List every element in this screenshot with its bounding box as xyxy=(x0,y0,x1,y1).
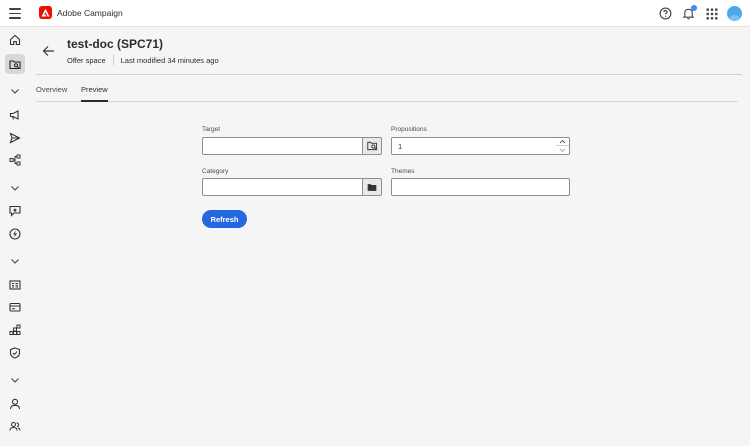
themes-input[interactable] xyxy=(391,178,570,196)
app-name: Adobe Campaign xyxy=(57,8,123,18)
tabs-divider xyxy=(36,101,738,102)
tab-preview[interactable]: Preview xyxy=(81,85,108,94)
propositions-label: Propositions xyxy=(391,126,427,133)
header-divider xyxy=(36,74,742,75)
home-icon[interactable] xyxy=(5,30,25,50)
page-title: test-doc (SPC71) xyxy=(67,37,164,51)
user-avatar[interactable] xyxy=(727,6,742,21)
fragments-icon[interactable] xyxy=(5,320,25,340)
propositions-stepper xyxy=(556,137,570,155)
campaign-icon[interactable] xyxy=(5,105,25,125)
lightning-icon[interactable] xyxy=(5,224,25,244)
workflow-icon[interactable] xyxy=(5,150,25,170)
active-tab-indicator xyxy=(81,100,108,102)
themes-label: Themes xyxy=(391,168,415,175)
chevron-down-icon[interactable] xyxy=(5,370,25,390)
shield-icon[interactable] xyxy=(5,343,25,363)
apps-grid-icon[interactable] xyxy=(706,7,718,25)
offer-icon[interactable] xyxy=(5,201,25,221)
send-icon[interactable] xyxy=(5,128,25,148)
refresh-button[interactable]: Refresh xyxy=(202,210,247,228)
help-icon[interactable] xyxy=(659,7,672,25)
content-icon[interactable] xyxy=(5,297,25,317)
category-picker-button[interactable] xyxy=(362,178,382,196)
folder-icon xyxy=(367,183,377,191)
stepper-down-button[interactable] xyxy=(556,146,569,154)
menu-icon[interactable] xyxy=(9,8,21,19)
target-picker-button[interactable] xyxy=(362,137,382,155)
target-input[interactable] xyxy=(202,137,364,155)
chevron-up-icon xyxy=(559,139,566,144)
adobe-logo-icon xyxy=(39,6,52,19)
sidebar xyxy=(0,27,30,446)
folder-search-icon xyxy=(366,141,377,151)
target-label: Target xyxy=(202,126,221,133)
chevron-down-icon[interactable] xyxy=(5,251,25,271)
propositions-input[interactable] xyxy=(391,137,557,155)
category-label: Category xyxy=(202,168,229,175)
top-bar: Adobe Campaign xyxy=(0,0,750,27)
last-modified-label: Last modified 34 minutes ago xyxy=(120,55,219,65)
chevron-down-icon xyxy=(559,148,566,152)
object-type-label: Offer space xyxy=(67,55,106,65)
explorer-icon[interactable] xyxy=(5,54,25,74)
tab-overview[interactable]: Overview xyxy=(36,85,67,94)
category-input[interactable] xyxy=(202,178,364,196)
chevron-down-icon[interactable] xyxy=(5,81,25,101)
subtitle-divider xyxy=(112,55,114,65)
audience-icon[interactable] xyxy=(5,275,25,295)
user-icon[interactable] xyxy=(5,394,25,414)
stepper-up-button[interactable] xyxy=(556,138,569,146)
page-subtitle: Offer space Last modified 34 minutes ago xyxy=(67,55,219,65)
notification-badge xyxy=(691,5,697,11)
chevron-down-icon[interactable] xyxy=(5,178,25,198)
group-icon[interactable] xyxy=(5,417,25,437)
back-arrow-icon[interactable] xyxy=(42,44,55,62)
